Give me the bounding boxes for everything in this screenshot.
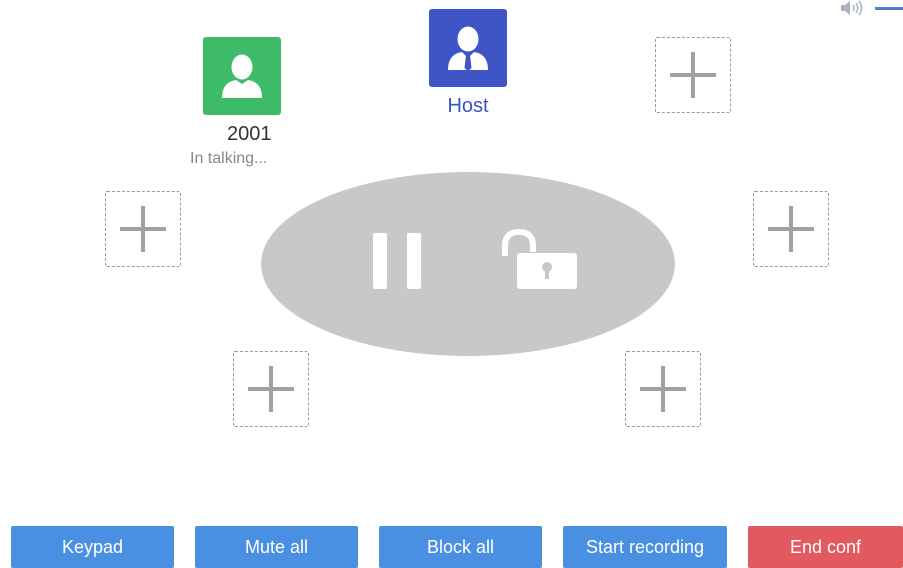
unlock-icon: [502, 228, 577, 289]
member-2001[interactable]: 2001 In talking...: [190, 37, 281, 167]
user-tie-icon: [448, 26, 488, 71]
member-2001-name: 2001: [227, 123, 272, 145]
member-host[interactable]: Host: [429, 9, 507, 117]
conference-toolbar: Keypad Mute all Block all Start recordin…: [0, 526, 903, 568]
host-name: Host: [447, 95, 489, 117]
pause-button[interactable]: [371, 231, 423, 291]
add-participant-slot-bottom-right[interactable]: [625, 351, 701, 427]
user-icon: [222, 54, 262, 98]
lock-button[interactable]: [499, 226, 581, 292]
plus-icon: [120, 206, 166, 252]
mute-all-button[interactable]: Mute all: [195, 526, 358, 568]
add-participant-slot-right[interactable]: [753, 191, 829, 267]
block-all-button[interactable]: Block all: [379, 526, 542, 568]
speaker-icon[interactable]: [839, 0, 869, 23]
plus-icon: [768, 206, 814, 252]
conference-panel: Host 2001 In talking... Keypad Mute all …: [0, 0, 903, 568]
member-2001-status: In talking...: [190, 150, 268, 167]
keypad-button[interactable]: Keypad: [11, 526, 174, 568]
plus-icon: [248, 366, 294, 412]
plus-icon: [640, 366, 686, 412]
pause-icon: [373, 233, 421, 289]
volume-control[interactable]: [833, 0, 903, 22]
member-2001-avatar[interactable]: [203, 37, 281, 115]
add-participant-slot-top-right[interactable]: [655, 37, 731, 113]
add-participant-slot-bottom-left[interactable]: [233, 351, 309, 427]
conference-control-oval: [261, 172, 675, 356]
end-conf-button[interactable]: End conf: [748, 526, 903, 568]
add-participant-slot-left[interactable]: [105, 191, 181, 267]
plus-icon: [670, 52, 716, 98]
host-avatar[interactable]: [429, 9, 507, 87]
start-recording-button[interactable]: Start recording: [563, 526, 727, 568]
volume-slider[interactable]: [875, 7, 903, 10]
